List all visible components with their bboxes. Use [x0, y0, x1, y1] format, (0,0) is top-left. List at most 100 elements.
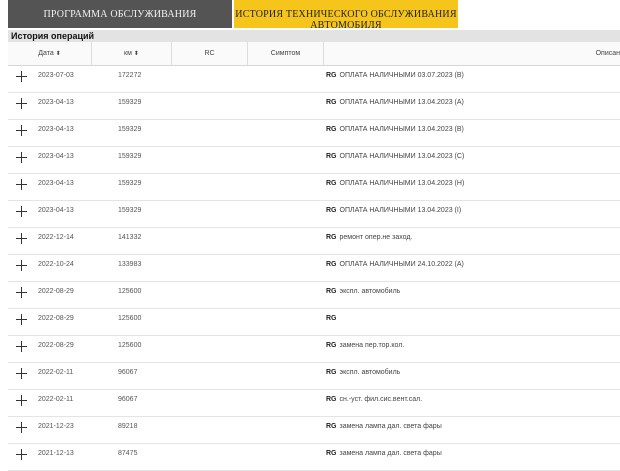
row-description-text: ОПЛАТА НАЛИЧНЫМИ 13.04.2023 (I) — [339, 207, 462, 214]
table-row: 2023-04-13 159329 RG ОПЛАТА НАЛИЧНЫМИ 13.04… — [8, 147, 620, 174]
row-date: 2023-04-13 — [38, 207, 74, 214]
expand-plus-icon[interactable] — [16, 287, 27, 298]
row-date: 2023-04-13 — [38, 153, 74, 160]
row-km: 133983 — [118, 261, 142, 268]
expand-plus-icon[interactable] — [16, 179, 27, 190]
row-km: 159329 — [118, 99, 142, 106]
row-date: 2023-07-03 — [38, 72, 74, 79]
row-description-text: ОПЛАТА НАЛИЧНЫМИ 13.04.2023 (A) — [339, 99, 464, 106]
sort-icon: ⬍ — [55, 51, 61, 57]
row-description-text: ОПЛАТА НАЛИЧНЫМИ 13.04.2023 (B) — [339, 126, 464, 133]
row-km: 141332 — [118, 234, 142, 241]
expand-plus-icon[interactable] — [16, 98, 27, 109]
row-description: RG ремонт опер.не заход. — [326, 232, 412, 244]
row-description: RG ОПЛАТА НАЛИЧНЫМИ 24.10.2022 (A) — [326, 259, 464, 271]
row-date: 2022-08-29 — [38, 315, 74, 322]
tab-maintenance-history[interactable]: ИСТОРИЯ ТЕХНИЧЕСКОГО ОБСЛУЖИВАНИЯ АВТОМО… — [234, 0, 458, 31]
table-row: 2022-12-14 141332 RG ремонт опер.не заход. — [8, 228, 620, 255]
row-km: 159329 — [118, 180, 142, 187]
expand-plus-icon[interactable] — [16, 206, 27, 217]
row-description: RG ОПЛАТА НАЛИЧНЫМИ 13.04.2023 (C) — [326, 151, 464, 163]
table-row: 2023-07-03 172272 RG ОПЛАТА НАЛИЧНЫМИ 03.07… — [8, 66, 620, 93]
table-row: 2023-04-13 159329 RG ОПЛАТА НАЛИЧНЫМИ 13.04… — [8, 201, 620, 228]
table-row: 2023-04-13 159329 RG ОПЛАТА НАЛИЧНЫМИ 13.04… — [8, 120, 620, 147]
expand-plus-icon[interactable] — [16, 341, 27, 352]
row-rg-tag: RG — [326, 207, 337, 214]
row-rg-tag: RG — [326, 369, 337, 376]
row-km: 125600 — [118, 288, 142, 295]
row-km: 159329 — [118, 207, 142, 214]
row-description: RG экспл. автомобиль — [326, 367, 400, 379]
row-km: 89218 — [118, 423, 138, 430]
row-date: 2023-04-13 — [38, 99, 74, 106]
row-description-text: замена пер.тор.кол. — [339, 342, 405, 349]
table-header: Дата ⬍ км ⬍ RC Симптом Описан — [8, 42, 620, 66]
row-rg-tag: RG — [326, 288, 337, 295]
tab-maintenance-program[interactable]: ПРОГРАММА ОБСЛУЖИВАНИЯ — [8, 0, 232, 28]
row-description: RG ОПЛАТА НАЛИЧНЫМИ 13.04.2023 (B) — [326, 124, 464, 136]
expand-plus-icon[interactable] — [16, 152, 27, 163]
row-date: 2022-10-24 — [38, 261, 74, 268]
row-description: RG замена лампа дал. света фары — [326, 421, 442, 433]
expand-plus-icon[interactable] — [16, 368, 27, 379]
row-km: 96067 — [118, 396, 138, 403]
row-date: 2023-04-13 — [38, 180, 74, 187]
expand-plus-icon[interactable] — [16, 233, 27, 244]
row-date: 2023-04-13 — [38, 126, 74, 133]
row-date: 2022-12-14 — [38, 234, 74, 241]
sort-icon: ⬍ — [133, 51, 139, 57]
row-km: 96067 — [118, 369, 138, 376]
row-km: 159329 — [118, 126, 142, 133]
row-description: RG ОПЛАТА НАЛИЧНЫМИ 03.07.2023 (B) — [326, 70, 464, 82]
row-description-text: ремонт опер.не заход. — [339, 234, 413, 241]
row-km: 172272 — [118, 72, 142, 79]
column-header-description: Описан — [595, 50, 620, 57]
table-row: 2023-04-13 159329 RG ОПЛАТА НАЛИЧНЫМИ 13.04… — [8, 93, 620, 120]
table-row: 2022-10-24 133983 RG ОПЛАТА НАЛИЧНЫМИ 24.10… — [8, 255, 620, 282]
row-description-text: ОПЛАТА НАЛИЧНЫМИ 03.07.2023 (B) — [339, 72, 464, 79]
column-header-rc: RC — [172, 42, 248, 65]
row-rg-tag: RG — [326, 450, 337, 457]
row-rg-tag: RG — [326, 342, 337, 349]
row-description: RG сн.-уст. фил.сис.вент.сал. — [326, 394, 422, 406]
row-description-text: замена лампа дал. света фары — [339, 423, 442, 430]
row-km: 125600 — [118, 342, 142, 349]
expand-plus-icon[interactable] — [16, 395, 27, 406]
expand-plus-icon[interactable] — [16, 422, 27, 433]
row-description-text: экспл. автомобиль — [339, 369, 401, 376]
row-date: 2021-12-13 — [38, 450, 74, 457]
row-rg-tag: RG — [326, 234, 337, 241]
row-description-text: замена лампа дал. света фары — [339, 450, 442, 457]
row-description-text: ОПЛАТА НАЛИЧНЫМИ 24.10.2022 (A) — [339, 261, 464, 268]
expand-plus-icon[interactable] — [16, 314, 27, 325]
section-title: История операций — [8, 30, 620, 42]
row-date: 2021-12-23 — [38, 423, 74, 430]
column-header-symptom: Симптом — [248, 42, 324, 65]
row-km: 125600 — [118, 315, 142, 322]
expand-plus-icon[interactable] — [16, 260, 27, 271]
row-description-text: ОПЛАТА НАЛИЧНЫМИ 13.04.2023 (H) — [339, 180, 465, 187]
row-description-text: экспл. автомобиль — [339, 288, 401, 295]
row-rg-tag: RG — [326, 423, 337, 430]
table-row: 2022-08-29 125600 RG — [8, 309, 620, 336]
row-rg-tag: RG — [326, 126, 337, 133]
row-description-text: ОПЛАТА НАЛИЧНЫМИ 13.04.2023 (C) — [339, 153, 465, 160]
row-description: RG замена пер.тор.кол. — [326, 340, 404, 352]
row-description: RG ОПЛАТА НАЛИЧНЫМИ 13.04.2023 (H) — [326, 178, 464, 190]
column-header-km[interactable]: км ⬍ — [92, 42, 172, 65]
row-description: RG — [326, 313, 340, 325]
table-row: 2021-12-23 89218 RG замена лампа дал. света… — [8, 417, 620, 444]
table-row: 2022-08-29 125600 RG экспл. автомобиль — [8, 282, 620, 309]
column-header-date[interactable]: Дата ⬍ — [8, 42, 92, 65]
row-date: 2022-08-29 — [38, 342, 74, 349]
expand-plus-icon[interactable] — [16, 125, 27, 136]
expand-plus-icon[interactable] — [16, 449, 27, 460]
row-rg-tag: RG — [326, 153, 337, 160]
expand-plus-icon[interactable] — [16, 71, 27, 82]
row-description: RG ОПЛАТА НАЛИЧНЫМИ 13.04.2023 (A) — [326, 97, 464, 109]
row-km: 87475 — [118, 450, 138, 457]
table-row: 2022-08-29 125600 RG замена пер.тор.кол. — [8, 336, 620, 363]
row-rg-tag: RG — [326, 396, 337, 403]
row-description-text: сн.-уст. фил.сис.вент.сал. — [339, 396, 423, 403]
row-description: RG ОПЛАТА НАЛИЧНЫМИ 13.04.2023 (I) — [326, 205, 461, 217]
